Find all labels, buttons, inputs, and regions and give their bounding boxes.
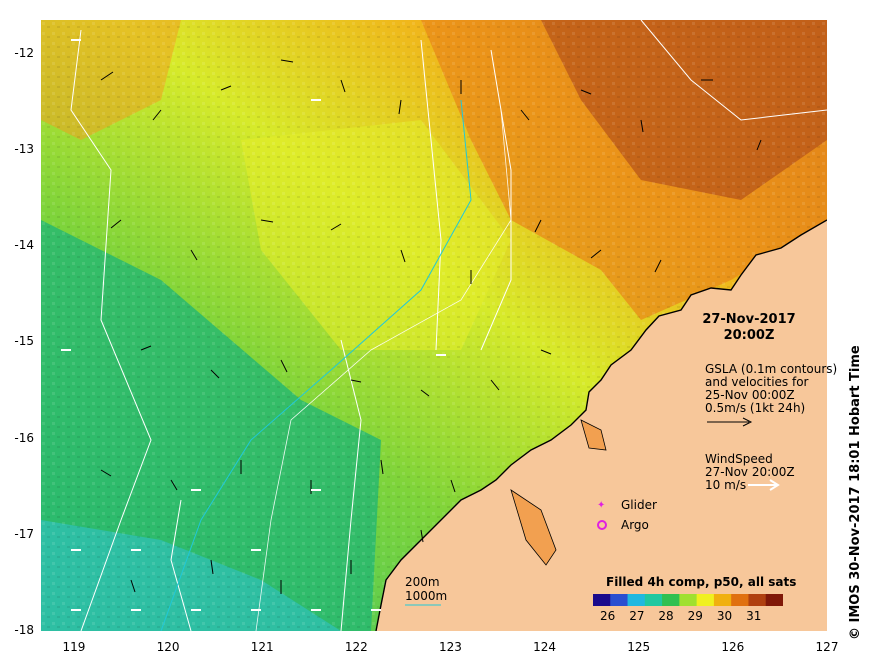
colorbar-swatch [765, 594, 783, 606]
colorbar-swatch [644, 594, 663, 606]
wind-line-3: 10 m/s [705, 478, 747, 492]
colorbar-swatch [713, 594, 732, 606]
colorbar-swatch [679, 594, 698, 606]
y-tick-label: -15 [14, 334, 34, 349]
y-tick-label: -18 [14, 623, 34, 637]
colorbar [593, 594, 783, 606]
colorbar-tick-label: 27 [629, 609, 645, 623]
glider-icon: ✦ [597, 500, 606, 511]
x-tick-label: 125 [627, 640, 651, 654]
colorbar-tick-label: 29 [687, 609, 703, 623]
y-tick-label: -13 [14, 141, 34, 156]
wind-scale-arrow [748, 479, 780, 491]
colorbar-swatch [593, 594, 611, 606]
colorbar-tick-label: 26 [599, 609, 616, 623]
colorbar-swatch [731, 594, 749, 606]
x-tick-label: 122 [344, 640, 368, 654]
glider-label: Glider [621, 498, 657, 512]
bathy-200m-label: 200m [405, 575, 440, 589]
y-tick-label: -16 [14, 430, 34, 445]
gsla-line-4: 0.5m/s (1kt 24h) [705, 401, 806, 415]
x-tick-label: 120 [156, 640, 180, 654]
credit-text: © IMOS 30-Nov-2017 18:01 Hobart Time [848, 345, 863, 640]
sst-map[interactable]: 27-Nov-2017 20:00Z GSLA (0.1m contours) … [41, 20, 837, 631]
x-tick-label: 121 [250, 640, 274, 654]
colorbar-swatch [627, 594, 646, 606]
colorbar-swatch [610, 594, 629, 606]
colorbar-swatch [662, 594, 680, 606]
map-date: 27-Nov-2017 [702, 312, 796, 327]
colorbar-title: Filled 4h comp, p50, all sats [606, 575, 797, 589]
x-tick-label: 124 [533, 640, 557, 654]
argo-icon [597, 520, 607, 530]
map-time: 20:00Z [723, 328, 775, 343]
y-tick-label: -12 [14, 45, 34, 60]
colorbar-tick-label: 31 [746, 609, 762, 623]
gsla-scale-arrow [707, 417, 753, 427]
colorbar-swatch [748, 594, 767, 606]
colorbar-tick-label: 30 [716, 609, 733, 623]
bathy-legend-lines [405, 604, 441, 606]
x-tick-label: 123 [439, 640, 462, 654]
y-tick-label: -17 [14, 526, 34, 541]
y-tick-label: -14 [14, 238, 34, 253]
argo-label: Argo [621, 518, 649, 532]
x-tick-label: 119 [62, 640, 86, 654]
colorbar-tick-label: 28 [658, 609, 674, 623]
x-tick-label: 126 [721, 640, 745, 654]
colorbar-swatch [696, 594, 715, 606]
x-tick-label: 127 [815, 640, 839, 654]
